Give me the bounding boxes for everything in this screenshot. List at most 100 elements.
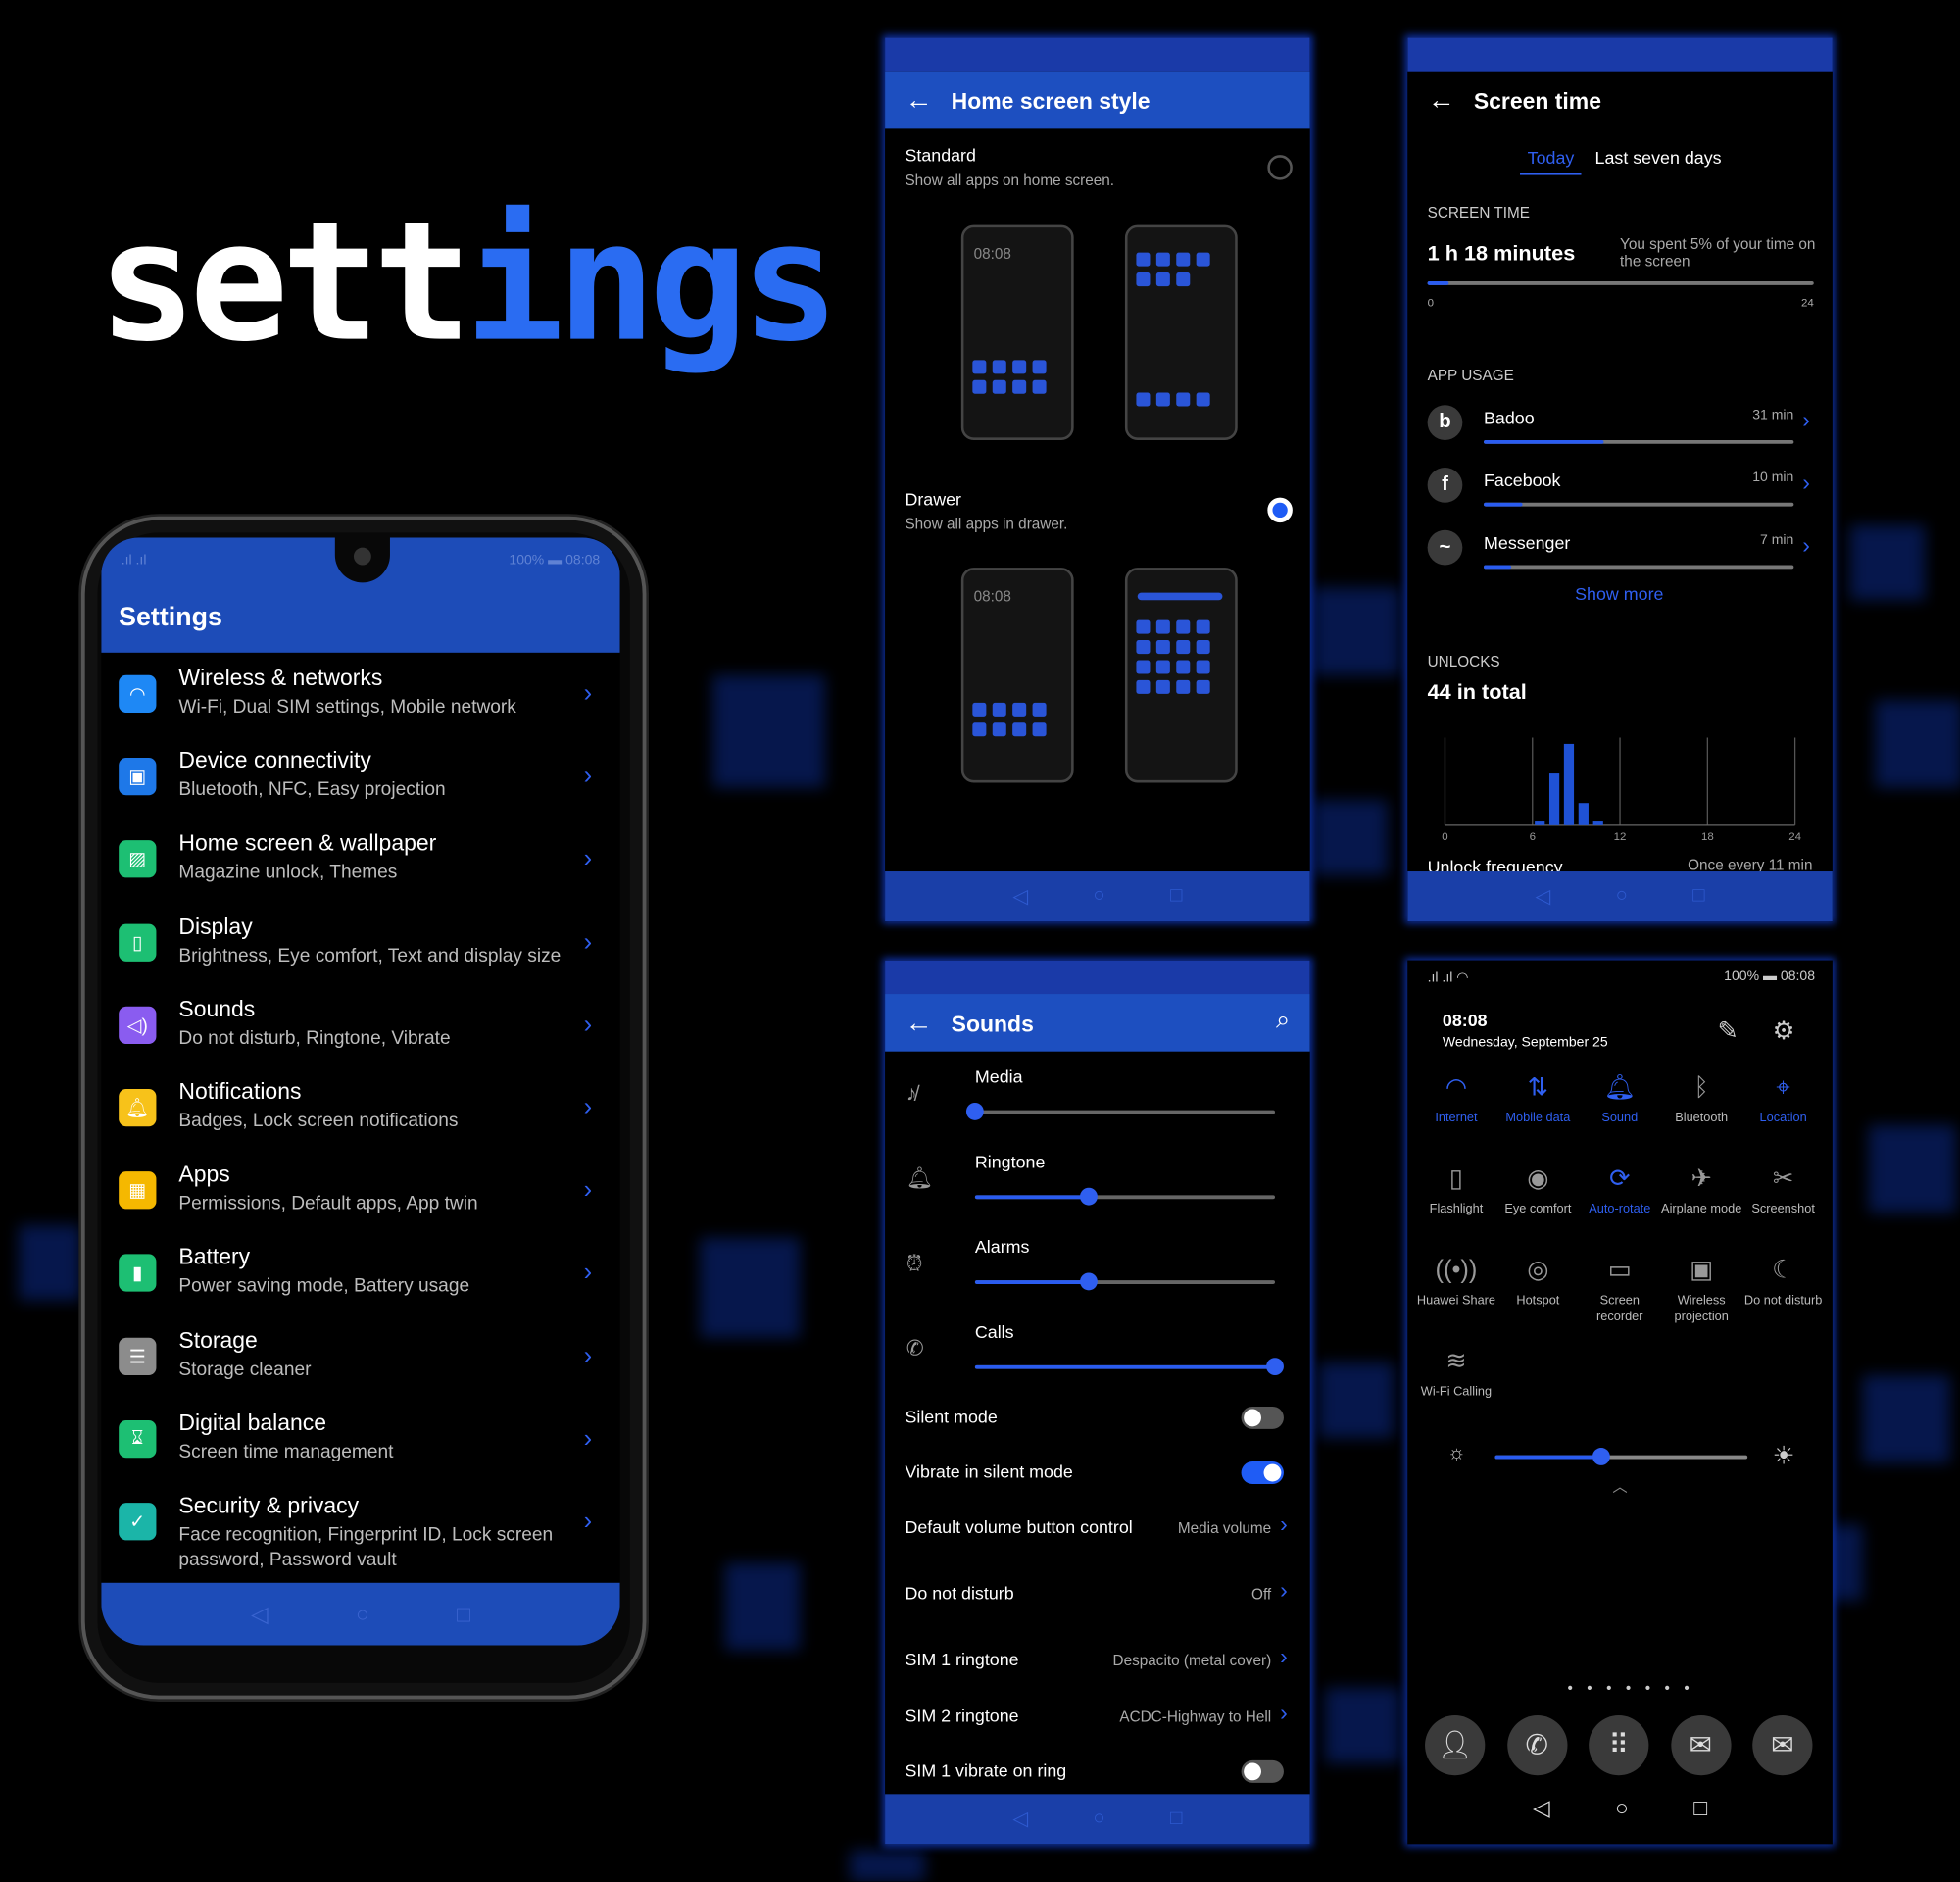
home-nav-icon[interactable]: ○ bbox=[1093, 885, 1104, 908]
phone-icon: ✆ bbox=[906, 1336, 924, 1361]
phone-icon[interactable]: ✆ bbox=[1506, 1714, 1567, 1776]
quick-tile[interactable]: ≋ Wi-Fi Calling bbox=[1415, 1344, 1497, 1400]
quick-tile[interactable]: ((•)) Huawei Share bbox=[1415, 1253, 1497, 1309]
back-nav-icon[interactable]: ◁ bbox=[1012, 1807, 1028, 1832]
home-nav-icon[interactable]: ○ bbox=[1616, 885, 1628, 908]
contacts-icon[interactable]: 👤︎ bbox=[1425, 1714, 1486, 1776]
quick-tile[interactable]: 🔔︎ Sound bbox=[1579, 1070, 1661, 1126]
chevron-right-icon: › bbox=[1802, 532, 1810, 558]
screenshot-icon: ✂ bbox=[1772, 1164, 1794, 1193]
settings-item[interactable]: ▨ Home screen & wallpaper Magazine unlock,… bbox=[101, 823, 619, 906]
email-icon[interactable]: ✉ bbox=[1752, 1714, 1813, 1776]
app-usage-bar bbox=[1484, 439, 1794, 444]
recents-nav-icon[interactable]: □ bbox=[1693, 1796, 1707, 1822]
quick-tile[interactable]: ◉ Eye comfort bbox=[1496, 1162, 1579, 1217]
settings-item-subtitle: Storage cleaner bbox=[178, 1358, 312, 1380]
row-value: ACDC-Highway to Hell bbox=[1119, 1708, 1272, 1726]
quick-tile[interactable]: ▣ Wireless projection bbox=[1660, 1253, 1742, 1325]
unlock-bar bbox=[1563, 743, 1575, 825]
settings-item[interactable]: ✓ Security & privacy Face recognition, Fin… bbox=[101, 1485, 619, 1570]
app-usage-row[interactable]: ~ Messenger 7 min › bbox=[1407, 525, 1833, 580]
tab-last-seven-days[interactable]: Last seven days bbox=[1595, 148, 1722, 168]
volume-slider[interactable] bbox=[974, 1272, 1276, 1291]
app-time: 31 min bbox=[1752, 407, 1794, 423]
mobile-data-icon: ⇅ bbox=[1527, 1073, 1549, 1102]
home-nav-icon[interactable]: ○ bbox=[356, 1601, 369, 1627]
messages-icon[interactable]: ✉ bbox=[1670, 1714, 1731, 1776]
settings-item[interactable]: ▯ Display Brightness, Eye comfort, Text an… bbox=[101, 906, 619, 988]
back-arrow-icon[interactable]: ← bbox=[905, 83, 932, 116]
slider-label: Alarms bbox=[974, 1236, 1030, 1257]
show-more-link[interactable]: Show more bbox=[1575, 584, 1663, 604]
search-icon[interactable]: ⌕ bbox=[1276, 1007, 1290, 1035]
quick-tile[interactable]: ✈ Airplane mode bbox=[1660, 1162, 1742, 1217]
battery-text: 100% bbox=[509, 552, 545, 569]
recents-nav-icon[interactable]: □ bbox=[457, 1601, 470, 1627]
back-nav-icon[interactable]: ◁ bbox=[1536, 884, 1551, 910]
nav-bar: ◁ ○ □ bbox=[1407, 871, 1833, 922]
recents-nav-icon[interactable]: □ bbox=[1170, 1808, 1182, 1830]
sound-setting-row[interactable]: Default volume button control Media volum… bbox=[885, 1511, 1310, 1547]
tab-today[interactable]: Today bbox=[1520, 148, 1582, 175]
app-name: Facebook bbox=[1484, 470, 1561, 490]
settings-item[interactable]: ▮ Battery Power saving mode, Battery usage… bbox=[101, 1237, 619, 1319]
quick-tile[interactable]: ⌖ Location bbox=[1742, 1070, 1825, 1126]
background-square bbox=[1875, 700, 1960, 788]
background-square bbox=[1868, 1124, 1957, 1213]
toggle-switch[interactable] bbox=[1241, 1461, 1284, 1485]
home-nav-icon[interactable]: ○ bbox=[1615, 1796, 1629, 1822]
app-time: 7 min bbox=[1760, 532, 1794, 548]
quick-tile[interactable]: ◠ Internet bbox=[1415, 1070, 1497, 1126]
settings-item[interactable]: ▦ Apps Permissions, Default apps, App twin… bbox=[101, 1155, 619, 1237]
settings-item[interactable]: ◁) Sounds Do not disturb, Ringtone, Vibrat… bbox=[101, 989, 619, 1071]
back-nav-icon[interactable]: ◁ bbox=[251, 1601, 269, 1627]
sound-setting-row[interactable]: Do not disturb Off › bbox=[885, 1578, 1310, 1613]
toggle-switch[interactable] bbox=[1241, 1406, 1284, 1429]
nav-bar: ◁ ○ □ bbox=[885, 871, 1310, 922]
quick-tile[interactable]: ⇅ Mobile data bbox=[1496, 1070, 1579, 1126]
app-usage-row[interactable]: b Badoo 31 min › bbox=[1407, 400, 1833, 455]
quick-tile[interactable]: ☾ Do not disturb bbox=[1742, 1253, 1825, 1309]
volume-slider[interactable] bbox=[965, 1102, 1276, 1120]
collapse-chevron-icon[interactable]: ︿ bbox=[1612, 1475, 1627, 1497]
quick-tile[interactable]: ◎ Hotspot bbox=[1496, 1253, 1579, 1309]
sim1-vibrate-toggle[interactable] bbox=[1241, 1759, 1284, 1783]
back-nav-icon[interactable]: ◁ bbox=[1012, 884, 1028, 910]
brightness-slider[interactable] bbox=[1494, 1448, 1748, 1465]
settings-item[interactable]: ◠ Wireless & networks Wi-Fi, Dual SIM sett… bbox=[101, 658, 619, 740]
gear-icon[interactable]: ⚙ bbox=[1773, 1015, 1795, 1047]
app-drawer-icon[interactable]: ⠿ bbox=[1589, 1714, 1649, 1776]
settings-item[interactable]: ☰ Storage Storage cleaner › bbox=[101, 1319, 619, 1402]
back-arrow-icon[interactable]: ← bbox=[1428, 83, 1455, 116]
back-nav-icon[interactable]: ◁ bbox=[1533, 1796, 1550, 1822]
back-arrow-icon[interactable]: ← bbox=[905, 1007, 932, 1039]
chevron-right-icon: › bbox=[583, 1259, 593, 1287]
quick-tile[interactable]: ⟳ Auto-rotate bbox=[1579, 1162, 1661, 1217]
axis-max: 24 bbox=[1800, 296, 1814, 310]
settings-logo: settings bbox=[97, 200, 839, 365]
tile-label: Auto-rotate bbox=[1589, 1203, 1651, 1217]
quick-tile[interactable]: ✂ Screenshot bbox=[1742, 1162, 1825, 1217]
standard-radio[interactable] bbox=[1267, 155, 1293, 180]
settings-item[interactable]: ⌛︎ Digital balance Screen time management › bbox=[101, 1403, 619, 1485]
app-usage-row[interactable]: f Facebook 10 min › bbox=[1407, 463, 1833, 518]
volume-slider[interactable] bbox=[974, 1358, 1284, 1376]
volume-slider[interactable] bbox=[974, 1187, 1276, 1206]
messenger-icon: ~ bbox=[1427, 529, 1463, 566]
settings-item[interactable]: 🔔︎ Notifications Badges, Lock screen notif… bbox=[101, 1071, 619, 1154]
recents-nav-icon[interactable]: □ bbox=[1170, 885, 1182, 908]
do-not-disturb-icon: ☾ bbox=[1772, 1256, 1795, 1284]
quick-tile[interactable]: ▯ Flashlight bbox=[1415, 1162, 1497, 1217]
sound-setting-row[interactable]: SIM 1 ringtone Despacito (metal cover) › bbox=[885, 1644, 1310, 1679]
quick-tile[interactable]: ᛒ Bluetooth bbox=[1660, 1070, 1742, 1126]
wallpaper-icon: ▨ bbox=[119, 840, 157, 878]
quick-tile[interactable]: ▭ Screen recorder bbox=[1579, 1253, 1661, 1325]
chevron-right-icon: › bbox=[1280, 1700, 1288, 1726]
recents-nav-icon[interactable]: □ bbox=[1692, 885, 1704, 908]
home-nav-icon[interactable]: ○ bbox=[1093, 1808, 1104, 1830]
drawer-radio[interactable] bbox=[1267, 497, 1293, 523]
edit-pencil-icon[interactable]: ✎ bbox=[1718, 1015, 1739, 1047]
sound-setting-row[interactable]: SIM 2 ringtone ACDC-Highway to Hell › bbox=[885, 1701, 1310, 1736]
screen-time-panel: ← Screen time Today Last seven days SCRE… bbox=[1407, 37, 1833, 922]
settings-item[interactable]: ▣ Device connectivity Bluetooth, NFC, Easy… bbox=[101, 740, 619, 822]
